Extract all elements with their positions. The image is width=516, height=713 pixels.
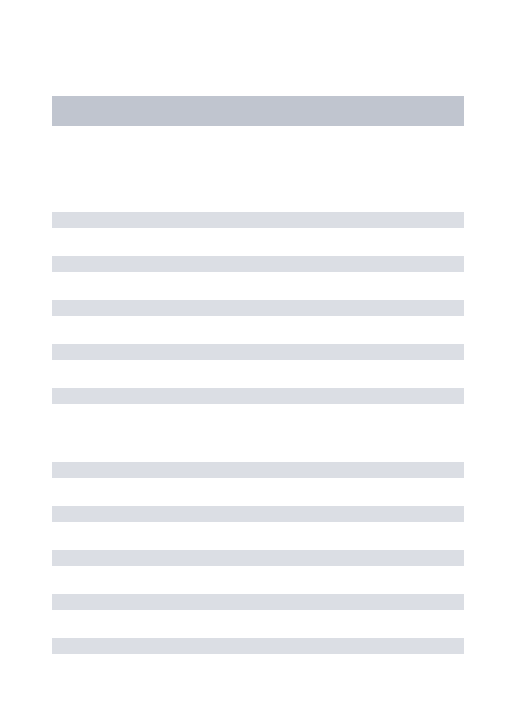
skeleton-gap [52, 432, 464, 462]
skeleton-line [52, 550, 464, 566]
skeleton-line [52, 300, 464, 316]
skeleton-line [52, 256, 464, 272]
skeleton-group-2 [52, 462, 464, 654]
skeleton-group-1 [52, 212, 464, 404]
skeleton-line [52, 594, 464, 610]
skeleton-line [52, 344, 464, 360]
skeleton-line [52, 638, 464, 654]
skeleton-line [52, 462, 464, 478]
skeleton-line [52, 388, 464, 404]
skeleton-line [52, 506, 464, 522]
skeleton-container [0, 0, 516, 654]
skeleton-line [52, 212, 464, 228]
skeleton-header [52, 96, 464, 126]
